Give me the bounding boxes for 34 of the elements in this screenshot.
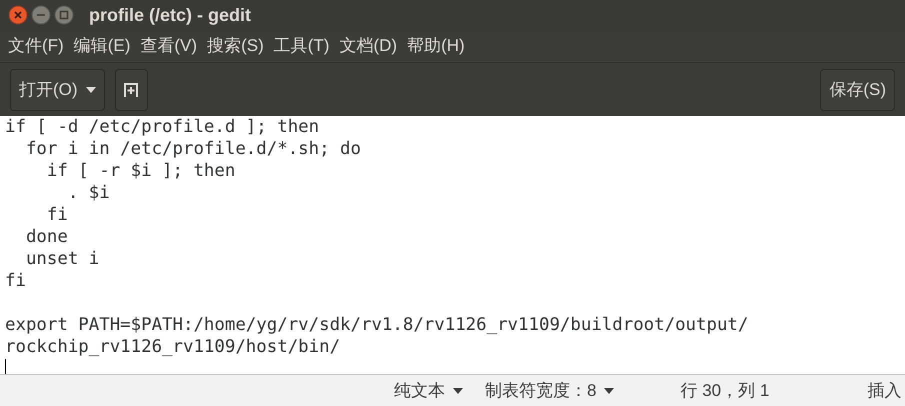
caret-icon <box>604 388 614 394</box>
language-dropdown[interactable]: 纯文本 <box>390 378 467 404</box>
maximize-icon[interactable] <box>54 5 74 25</box>
tab-width-dropdown[interactable]: 制表符宽度：8 <box>481 378 618 404</box>
caret-icon <box>86 86 96 92</box>
code-line: unset i <box>24 248 100 270</box>
code-line: fi <box>5 270 26 292</box>
code-line: if [ -r $i ]; then <box>46 160 236 182</box>
minimize-icon[interactable] <box>31 5 51 25</box>
insert-mode: 插入 <box>867 380 902 402</box>
code-line: if [ -d /etc/profile.d ]; then <box>5 116 320 138</box>
cursor-position: 行 30，列 1 <box>680 380 770 402</box>
code-line: . $i <box>66 182 110 204</box>
menu-item[interactable]: 工具(T) <box>274 33 330 59</box>
text-cursor <box>5 359 6 374</box>
new-tab-icon <box>123 82 140 98</box>
menu-item[interactable]: 搜索(S) <box>207 33 264 59</box>
window-title: profile (/etc) - gedit <box>89 4 251 27</box>
caret-icon <box>453 388 463 394</box>
open-button[interactable]: 打开(O) <box>10 68 105 110</box>
menu-item[interactable]: 文件(F) <box>8 33 64 59</box>
save-button[interactable]: 保存(S) <box>820 68 895 110</box>
menu-item[interactable]: 帮助(H) <box>407 33 465 59</box>
code-line: rockchip_rv1126_rv1109/host/bin/ <box>5 336 340 358</box>
code-line: done <box>24 226 68 248</box>
code-line: for i in /etc/profile.d/*.sh; do <box>24 138 361 160</box>
menu-item[interactable]: 编辑(E) <box>74 33 130 59</box>
code-line: export PATH=$PATH:/home/yg/rv/sdk/rv1.8/rv1126_rv1109/buildroot/output/ <box>5 314 748 336</box>
menu-item[interactable]: 查看(V) <box>140 33 198 59</box>
code-line: fi <box>46 204 68 226</box>
menu-item[interactable]: 文档(D) <box>339 33 398 59</box>
new-tab-button[interactable] <box>114 68 148 110</box>
close-icon[interactable] <box>8 5 28 25</box>
text-editor[interactable] <box>0 116 905 374</box>
